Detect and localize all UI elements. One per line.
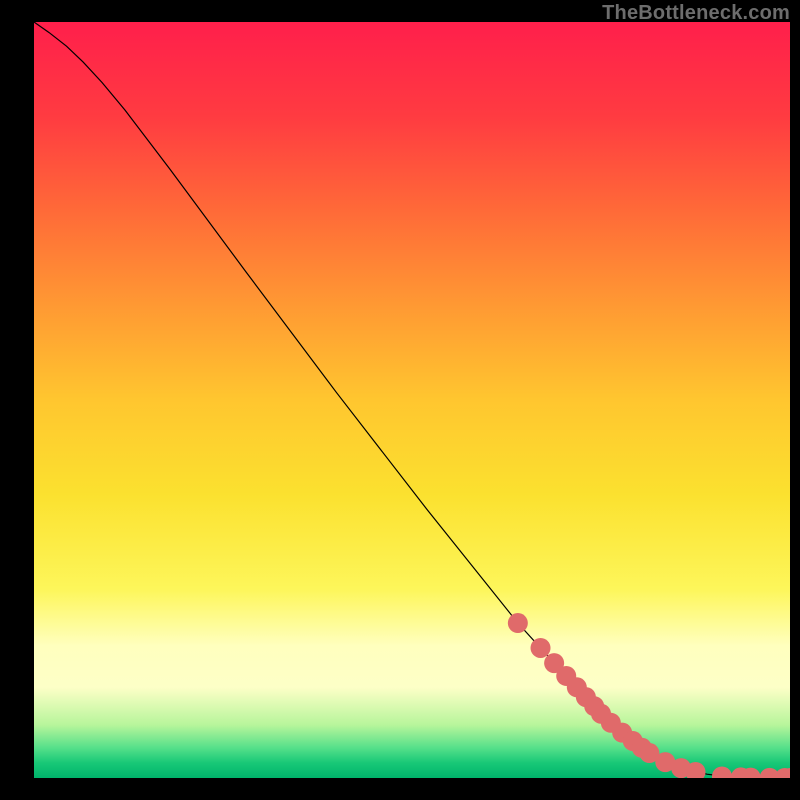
chart-root: TheBottleneck.com: [0, 0, 800, 800]
data-marker: [508, 613, 528, 633]
chart-plot-area: [34, 22, 790, 778]
data-marker: [531, 638, 551, 658]
gradient-background: [34, 22, 790, 778]
